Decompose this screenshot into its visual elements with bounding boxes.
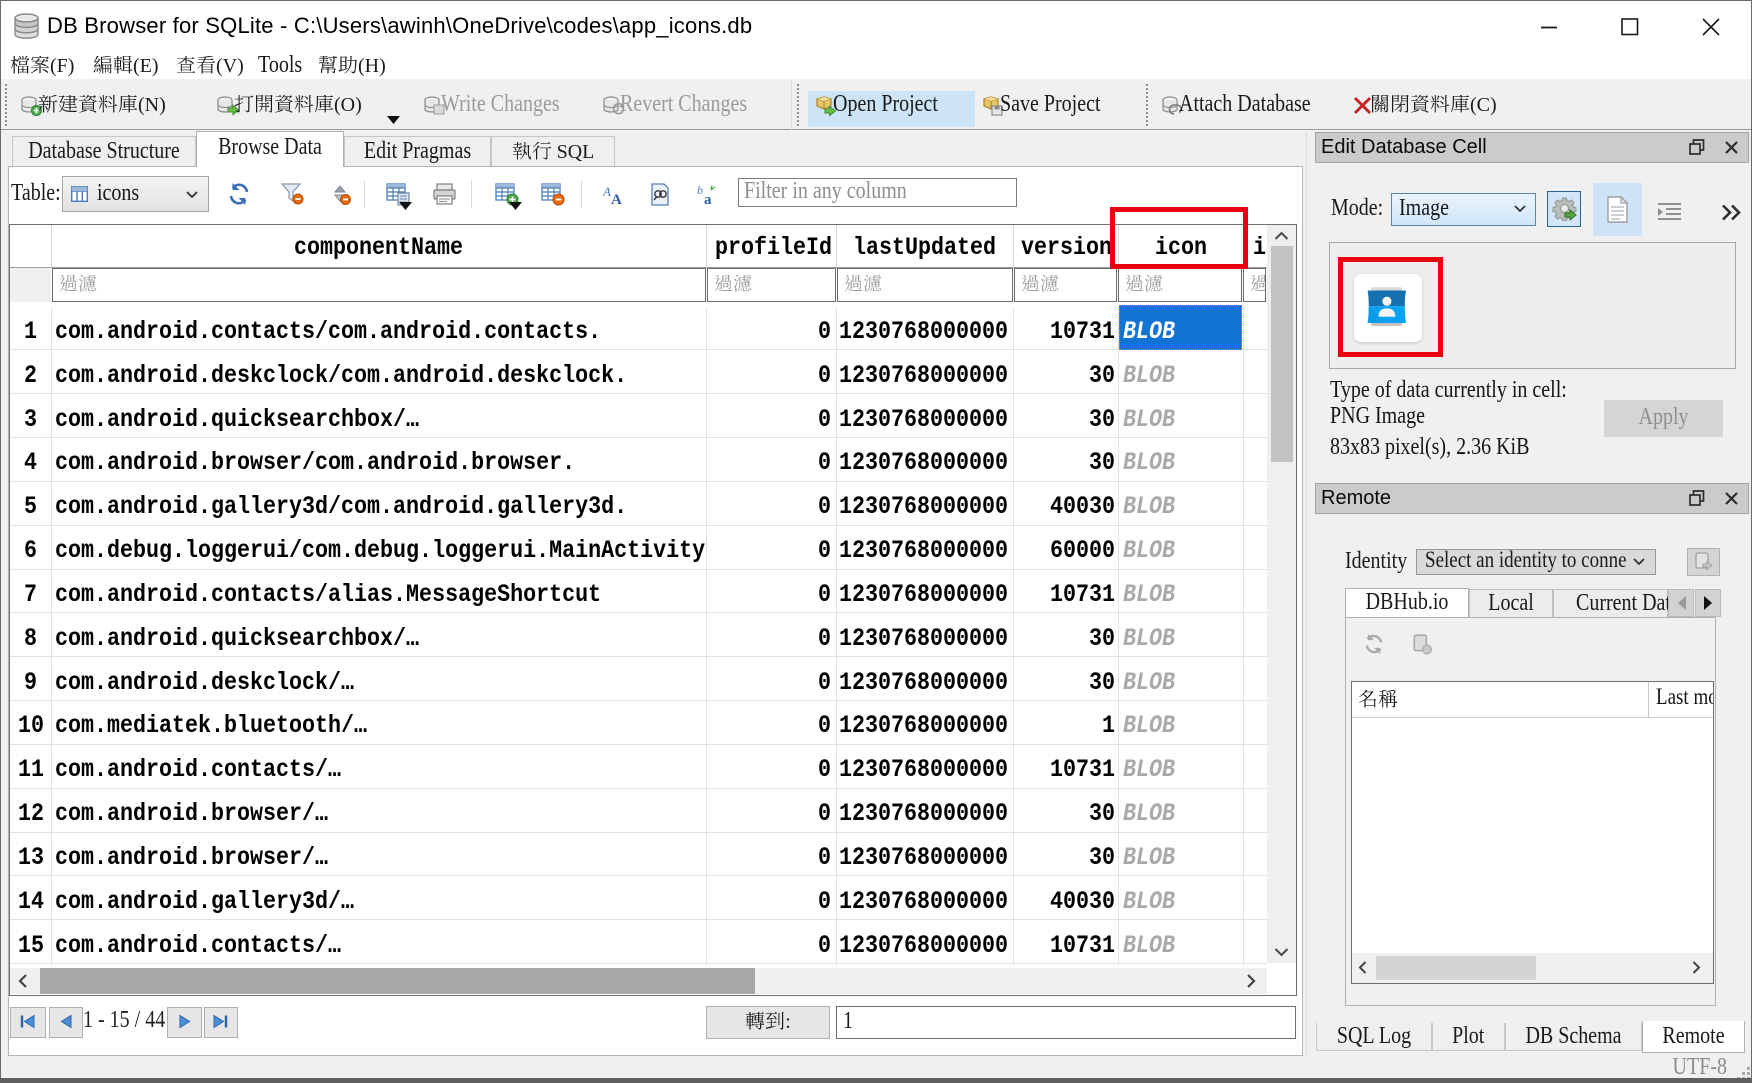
svg-text:b: b (697, 184, 703, 197)
svg-text:a: a (704, 192, 712, 206)
svg-text:A: A (611, 192, 622, 205)
svg-text:A: A (603, 184, 611, 199)
